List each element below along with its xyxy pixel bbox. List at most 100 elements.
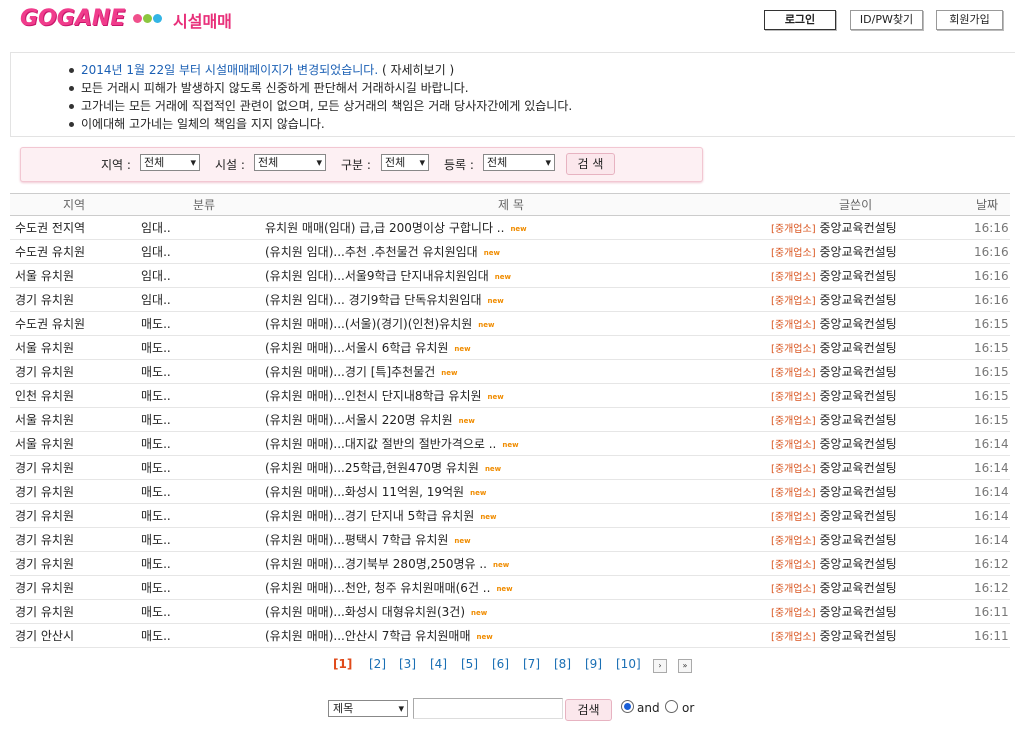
page-link[interactable]: [4] [430,657,447,671]
login-button[interactable]: 로그인 [764,10,836,30]
row-title-link[interactable]: (유치원 매매)...(서울)(경기)(인천)유치원 [265,317,472,331]
row-title-link[interactable]: (유치원 매매)...경기북부 280명,250명유 .. [265,557,487,571]
table-row[interactable]: 수도권 유치원 임대.. (유치원 임대)...추천 .추천물건 유치원임대 new [… [10,239,1010,264]
registration-select[interactable]: 전체 [483,154,555,171]
row-author[interactable]: 중앙교육컨설팅 [819,629,896,643]
row-author[interactable]: 중앙교육컨설팅 [819,221,896,235]
row-category: 매도.. [138,335,262,360]
table-row[interactable]: 경기 유치원 매도.. (유치원 매매)...경기 [특]추천물건 new [중개업소]… [10,359,1010,384]
row-title-link[interactable]: (유치원 매매)...천안, 청주 유치원매매(6건 .. [265,581,490,595]
notice-text: 고가네는 모든 거래에 직접적인 관련이 없으며, 모든 상거래의 책임은 거래… [81,99,573,113]
row-title-link[interactable]: (유치원 임대)...추천 .추천물건 유치원임대 [265,245,478,259]
region-select[interactable]: 전체 [140,154,200,171]
row-title-link[interactable]: (유치원 임대)...서울9학급 단지내유치원임대 [265,269,489,283]
broker-tag: [중개업소] [771,296,816,307]
row-author[interactable]: 중앙교육컨설팅 [819,365,896,379]
notice-detail-link[interactable]: ( 자세히보기 ) [378,63,454,77]
new-badge-icon: new [476,632,493,641]
row-title-link[interactable]: (유치원 매매)...인천시 단지내8학급 유치원 [265,389,482,403]
row-author[interactable]: 중앙교육컨설팅 [819,341,896,355]
row-date: 16:16 [964,287,1010,312]
broker-tag: [중개업소] [771,344,816,355]
row-author[interactable]: 중앙교육컨설팅 [819,413,896,427]
table-row[interactable]: 경기 유치원 매도.. (유치원 매매)...천안, 청주 유치원매매(6건 .. n… [10,575,1010,600]
broker-tag: [중개업소] [771,416,816,427]
row-title-link[interactable]: (유치원 매매)...화성시 대형유치원(3건) [265,605,465,619]
row-author[interactable]: 중앙교육컨설팅 [819,269,896,283]
row-title-link[interactable]: (유치원 매매)...서울시 6학급 유치원 [265,341,448,355]
table-row[interactable]: 수도권 유치원 매도.. (유치원 매매)...(서울)(경기)(인천)유치원 new… [10,311,1010,336]
search-button[interactable]: 검색 [565,699,612,721]
row-title-link[interactable]: (유치원 매매)...25학급,현원470명 유치원 [265,461,479,475]
page-link[interactable]: [9] [585,657,602,671]
row-title-link[interactable]: (유치원 매매)...평택시 7학급 유치원 [265,533,448,547]
page-link[interactable]: [2] [369,657,386,671]
row-region: 수도권 전지역 [10,215,138,240]
region-label: 지역 : [101,158,131,172]
page-link[interactable]: [3] [399,657,416,671]
category-select[interactable]: 전체 [381,154,429,171]
filter-search-button[interactable]: 검 색 [566,153,615,175]
signup-button[interactable]: 회원가입 [936,10,1003,30]
row-title-link[interactable]: (유치원 임대)... 경기9학급 단독유치원임대 [265,293,482,307]
row-author[interactable]: 중앙교육컨설팅 [819,317,896,331]
table-row[interactable]: 경기 유치원 매도.. (유치원 매매)...화성시 대형유치원(3건) new [중개… [10,599,1010,624]
page-link[interactable]: [7] [523,657,540,671]
table-row[interactable]: 인천 유치원 매도.. (유치원 매매)...인천시 단지내8학급 유치원 new [중… [10,383,1010,408]
next-page-icon[interactable]: › [653,659,667,673]
table-row[interactable]: 경기 유치원 매도.. (유치원 매매)...경기북부 280명,250명유 .. n… [10,551,1010,576]
table-row[interactable]: 서울 유치원 매도.. (유치원 매매)...서울시 220명 유치원 new [중개업… [10,407,1010,432]
or-radio[interactable] [665,700,678,713]
row-title-link[interactable]: (유치원 매매)...대지값 절반의 절반가격으로 .. [265,437,496,451]
broker-tag: [중개업소] [771,512,816,523]
page-link[interactable]: [6] [492,657,509,671]
broker-tag: [중개업소] [771,248,816,259]
row-title-link[interactable]: (유치원 매매)...서울시 220명 유치원 [265,413,453,427]
table-row[interactable]: 경기 유치원 매도.. (유치원 매매)...경기 단지내 5학급 유치원 new [중… [10,503,1010,528]
row-author[interactable]: 중앙교육컨설팅 [819,509,896,523]
row-author[interactable]: 중앙교육컨설팅 [819,533,896,547]
table-row[interactable]: 경기 안산시 매도.. (유치원 매매)...안산시 7학급 유치원매매 new [중개… [10,623,1010,648]
last-page-icon[interactable]: » [678,659,692,673]
page-link[interactable]: [1] [333,657,352,671]
row-author[interactable]: 중앙교육컨설팅 [819,581,896,595]
table-row[interactable]: 수도권 전지역 임대.. 유치원 매매(임대) 급,급 200명이상 구합니다 ..… [10,215,1010,240]
table-row[interactable]: 경기 유치원 매도.. (유치원 매매)...25학급,현원470명 유치원 new [… [10,455,1010,480]
row-category: 임대.. [138,239,262,264]
site-logo[interactable]: GOGANE [20,6,125,31]
row-title-link[interactable]: (유치원 매매)...경기 [특]추천물건 [265,365,435,379]
page-link[interactable]: [10] [616,657,641,671]
row-author[interactable]: 중앙교육컨설팅 [819,605,896,619]
row-author[interactable]: 중앙교육컨설팅 [819,437,896,451]
page-link[interactable]: [8] [554,657,571,671]
find-idpw-button[interactable]: ID/PW찾기 [850,10,923,30]
page-link[interactable]: [5] [461,657,478,671]
row-author[interactable]: 중앙교육컨설팅 [819,389,896,403]
row-author[interactable]: 중앙교육컨설팅 [819,461,896,475]
table-row[interactable]: 경기 유치원 임대.. (유치원 임대)... 경기9학급 단독유치원임대 new [중… [10,287,1010,312]
row-author[interactable]: 중앙교육컨설팅 [819,557,896,571]
notice-link[interactable]: 2014년 1월 22일 부터 시설매매페이지가 변경되었습니다. [81,63,378,77]
search-field-select[interactable]: 제목 [328,700,408,717]
table-row[interactable]: 서울 유치원 매도.. (유치원 매매)...서울시 6학급 유치원 new [중개업소… [10,335,1010,360]
row-author[interactable]: 중앙교육컨설팅 [819,293,896,307]
new-badge-icon: new [478,320,495,329]
header-region: 지역 [10,193,138,216]
facility-select[interactable]: 전체 [254,154,326,171]
row-title-link[interactable]: (유치원 매매)...화성시 11억원, 19억원 [265,485,464,499]
notice-item[interactable]: 2014년 1월 22일 부터 시설매매페이지가 변경되었습니다. ( 자세히보… [69,61,1015,79]
table-row[interactable]: 서울 유치원 매도.. (유치원 매매)...대지값 절반의 절반가격으로 .. ne… [10,431,1010,456]
row-author[interactable]: 중앙교육컨설팅 [819,485,896,499]
new-badge-icon: new [494,272,511,281]
row-title-link[interactable]: (유치원 매매)...안산시 7학급 유치원매매 [265,629,471,643]
facility-label: 시설 : [215,158,245,172]
row-author[interactable]: 중앙교육컨설팅 [819,245,896,259]
row-title-link[interactable]: (유치원 매매)...경기 단지내 5학급 유치원 [265,509,474,523]
search-input[interactable] [413,698,563,719]
and-radio[interactable] [621,700,634,713]
table-row[interactable]: 서울 유치원 임대.. (유치원 임대)...서울9학급 단지내유치원임대 new [중… [10,263,1010,288]
table-row[interactable]: 경기 유치원 매도.. (유치원 매매)...화성시 11억원, 19억원 new [중… [10,479,1010,504]
table-row[interactable]: 경기 유치원 매도.. (유치원 매매)...평택시 7학급 유치원 new [중개업소… [10,527,1010,552]
row-date: 16:16 [964,215,1010,240]
row-title-link[interactable]: 유치원 매매(임대) 급,급 200명이상 구합니다 .. [265,221,504,235]
